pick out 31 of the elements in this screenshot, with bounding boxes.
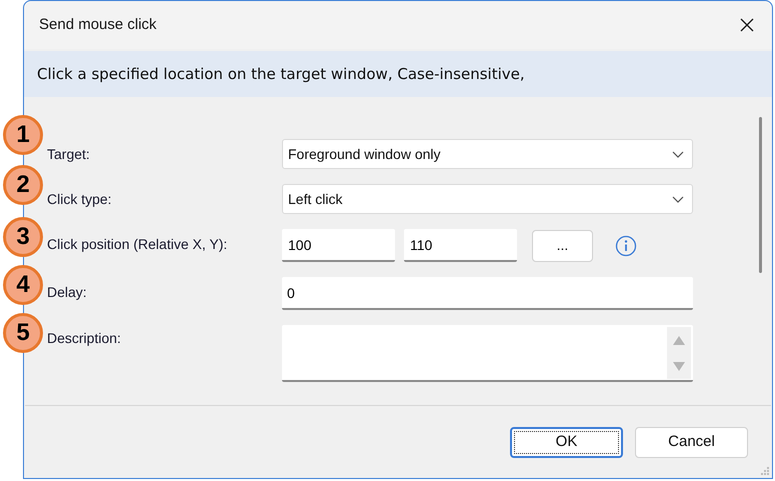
x-input-field[interactable]: 100	[282, 229, 395, 262]
field-label: Click type:	[46, 190, 113, 209]
description-text-area[interactable]	[282, 325, 693, 382]
number-marker: 1	[3, 115, 43, 155]
info-icon[interactable]	[615, 234, 637, 256]
field-label: Description:	[46, 329, 122, 348]
dropdown-value: Left click	[288, 190, 342, 208]
scrollbar[interactable]	[759, 117, 762, 273]
resize-grip-icon[interactable]	[760, 466, 770, 476]
dropdown[interactable]: Foreground window only	[282, 139, 693, 169]
field-label: Delay:	[46, 283, 88, 302]
field-label: Target:	[46, 145, 91, 164]
browse-button[interactable]: ...	[532, 230, 593, 262]
textarea-scrollbar[interactable]	[667, 327, 691, 379]
scroll-up-icon[interactable]	[673, 336, 685, 344]
window-title: Send mouse click	[39, 14, 157, 35]
y-input-field[interactable]: 110	[404, 229, 517, 262]
number-marker: 4	[3, 265, 43, 305]
dropdown[interactable]: Left click	[282, 184, 693, 214]
dialog-button[interactable]: OK	[510, 426, 623, 458]
number-marker: 2	[3, 165, 43, 205]
number-marker: 5	[3, 313, 43, 353]
description-text: Click a specified location on the target window, Case-insensitive,	[37, 64, 525, 85]
delay-input-field[interactable]: 0	[282, 277, 693, 310]
chevron-down-icon	[672, 196, 684, 202]
field-label: Click position (Relative X, Y):	[46, 235, 228, 254]
dropdown-value: Foreground window only	[288, 144, 441, 164]
dialog-button[interactable]: Cancel	[635, 426, 748, 458]
scroll-down-icon[interactable]	[673, 362, 685, 370]
chevron-down-icon	[672, 150, 684, 158]
number-marker: 3	[3, 217, 43, 257]
